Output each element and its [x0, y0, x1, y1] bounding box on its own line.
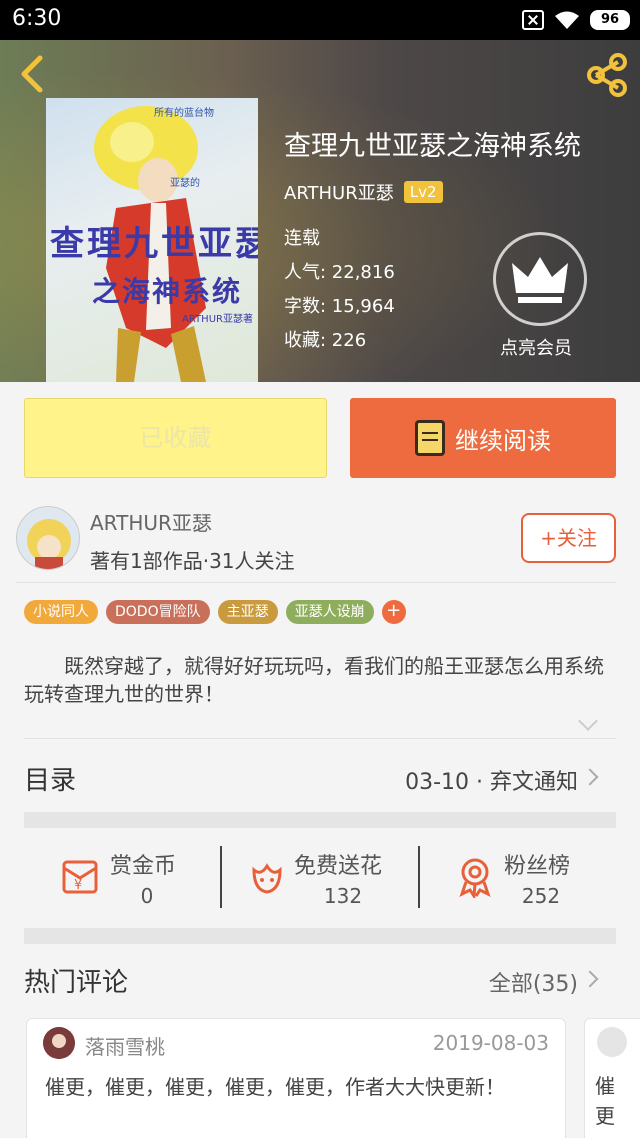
tag-item[interactable]: DODO冒险队 — [106, 600, 210, 624]
tag-item[interactable]: 亚瑟人设崩 — [285, 600, 374, 624]
wifi-icon — [555, 11, 579, 29]
divider — [16, 582, 616, 583]
author-card-stats: 著有1部作品·31人关注 — [90, 549, 295, 573]
section-separator — [24, 812, 616, 828]
chevron-right-icon[interactable] — [581, 970, 599, 988]
stat-value: 0 — [140, 884, 154, 908]
book-icon — [415, 420, 445, 456]
status-time: 6:30 — [12, 6, 62, 31]
svg-text:所有的蓝台物: 所有的蓝台物 — [154, 106, 214, 119]
status-bar: 6:30 96 — [0, 0, 640, 40]
book-intro: 既然穿越了，就得好好玩玩吗，看我们的船王亚瑟怎么用系统玩转查理九世的世界！ — [24, 654, 604, 706]
follow-button[interactable]: +关注 — [521, 513, 616, 563]
gold-coin-icon: ¥ — [62, 860, 98, 894]
section-separator — [24, 928, 616, 944]
book-popularity: 人气: 22,816 — [284, 262, 395, 283]
book-author[interactable]: ARTHUR亚瑟 — [284, 179, 394, 205]
svg-text:亚瑟的: 亚瑟的 — [170, 176, 200, 189]
commenter-avatar[interactable] — [43, 1027, 75, 1059]
comment-text: 催更，催更，催更，催更，催更，作者大大快更新！ — [45, 1075, 505, 1099]
back-icon[interactable] — [14, 54, 50, 94]
vip-button[interactable] — [493, 232, 587, 326]
status-icons: 96 — [522, 8, 630, 32]
support-stats: ¥ 赏金币 0 免费送花 132 粉丝榜 252 — [24, 830, 616, 926]
all-comments-link[interactable]: 全部(35) — [489, 966, 578, 998]
vip-label[interactable]: 点亮会员 — [500, 334, 572, 360]
book-cover[interactable]: 所有的蓝台物 亚瑟的 查理九世亚瑟 之海神系统 ARTHUR亚瑟著 — [46, 98, 258, 382]
continue-reading-label: 继续阅读 — [455, 426, 551, 455]
add-tag-button[interactable]: + — [381, 600, 406, 624]
stat-name: 免费送花 — [294, 854, 383, 879]
toc-label[interactable]: 目录 — [24, 760, 76, 797]
commenter-name[interactable]: 落雨雪桃 — [85, 1031, 165, 1060]
svg-text:¥: ¥ — [74, 878, 82, 893]
author-row[interactable]: ARTHUR亚瑟 Lv2 — [284, 179, 443, 205]
crown-icon — [512, 257, 568, 303]
author-avatar[interactable] — [16, 506, 80, 570]
book-word-count: 字数: 15,964 — [284, 296, 395, 317]
cover-author: ARTHUR亚瑟著 — [182, 314, 253, 325]
stat-value: 132 — [323, 884, 363, 908]
stat-name: 赏金币 — [110, 854, 177, 879]
medal-icon — [459, 858, 491, 898]
cover-title-line1: 查理九世亚瑟 — [50, 224, 258, 264]
stat-fans[interactable]: 粉丝榜 252 — [420, 830, 616, 926]
comment-date: 2019-08-03 — [432, 1031, 549, 1055]
tag-item[interactable]: 主亚瑟 — [217, 600, 278, 624]
tag-list: 小说同人 DODO冒险队 主亚瑟 亚瑟人设崩 + — [24, 600, 406, 624]
divider — [24, 738, 616, 739]
book-favorites: 收藏: 226 — [284, 330, 367, 351]
continue-reading-button[interactable]: 继续阅读 — [350, 398, 616, 478]
stat-gold-coin[interactable]: ¥ 赏金币 0 — [24, 830, 220, 926]
flower-icon — [252, 863, 282, 894]
comment-card[interactable]: 落雨雪桃 2019-08-03 催更，催更，催更，催更，催更，作者大大快更新！ — [26, 1018, 566, 1138]
battery-icon: 96 — [590, 10, 630, 30]
share-icon[interactable] — [584, 52, 630, 98]
comment-text: 催更 — [595, 1074, 615, 1128]
book-status: 连载 — [284, 228, 320, 249]
no-sim-icon — [522, 10, 544, 30]
tag-item[interactable]: 小说同人 — [24, 600, 98, 624]
cover-title-line2: 之海神系统 — [92, 275, 243, 308]
hot-comments-label: 热门评论 — [24, 968, 129, 998]
toc-latest-chapter[interactable]: 03-10 · 弃文通知 — [405, 764, 578, 796]
chevron-right-icon[interactable] — [581, 768, 599, 786]
avatar-image — [27, 519, 71, 569]
book-header: 所有的蓝台物 亚瑟的 查理九世亚瑟 之海神系统 ARTHUR亚瑟著 查理九世亚瑟… — [0, 40, 640, 382]
stat-name: 粉丝榜 — [504, 854, 571, 879]
collected-button[interactable]: 已收藏 — [24, 398, 327, 478]
expand-chevron-icon[interactable] — [578, 711, 598, 731]
book-title: 查理九世亚瑟之海神系统 — [284, 131, 581, 162]
stat-value: 252 — [521, 884, 561, 908]
author-card-name[interactable]: ARTHUR亚瑟 — [90, 507, 212, 536]
level-badge: Lv2 — [403, 181, 443, 203]
stat-flower[interactable]: 免费送花 132 — [222, 830, 418, 926]
commenter-avatar[interactable] — [597, 1027, 627, 1057]
comment-card[interactable]: 催更 — [584, 1018, 640, 1138]
avatar-image — [43, 1027, 75, 1059]
